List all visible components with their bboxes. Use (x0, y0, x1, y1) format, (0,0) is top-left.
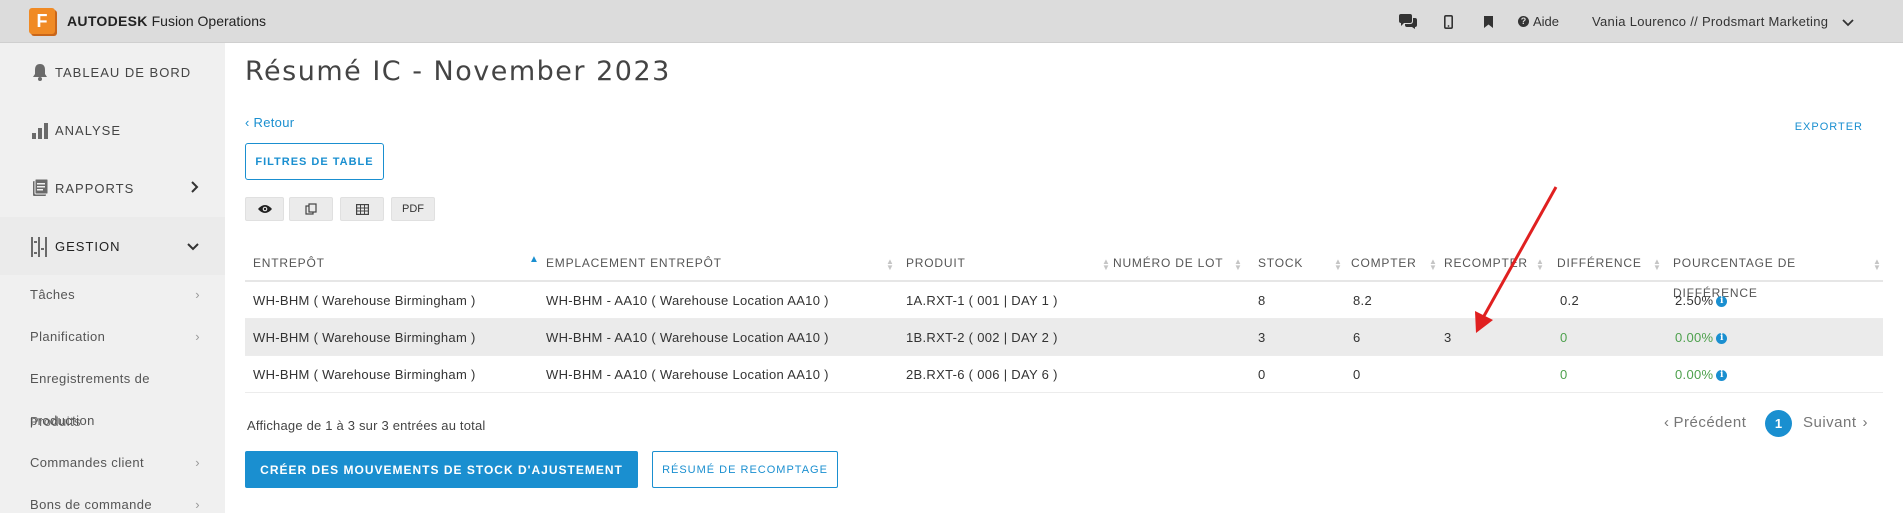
column-stock[interactable]: STOCK ▲ ▼ (1258, 248, 1346, 282)
recount-summary-button[interactable]: RÉSUMÉ DE RECOMPTAGE (652, 451, 838, 488)
cell-entrepot: WH-BHM ( Warehouse Birmingham ) (253, 367, 476, 382)
page-title: Résumé IC - November 2023 (245, 56, 671, 87)
back-link[interactable]: ‹ Retour (245, 115, 294, 130)
column-difference[interactable]: DIFFÉRENCE ▲ ▼ (1557, 248, 1665, 282)
cell-difference: 0.2 (1560, 293, 1579, 308)
column-pourcentage[interactable]: POURCENTAGE DE DIFFÉRENCE ▲ ▼ (1673, 248, 1883, 300)
sidebar-item-rapports[interactable]: RAPPORTS (0, 159, 225, 217)
cell-difference: 0 (1560, 367, 1568, 382)
sort-icon: ▲ ▼ (886, 257, 895, 272)
cell-emplacement: WH-BHM - AA10 ( Warehouse Location AA10 … (546, 367, 829, 382)
sort-icon: ▲ ▼ (1234, 257, 1243, 272)
table-row[interactable]: WH-BHM ( Warehouse Birmingham ) WH-BHM -… (245, 356, 1883, 393)
sort-asc-icon: ▲ (529, 254, 540, 265)
chevron-right-icon (191, 180, 199, 197)
previous-page-button[interactable]: ‹ Précédent (1664, 410, 1746, 434)
info-icon[interactable]: i (1716, 333, 1728, 345)
cell-pourcentage: 0.00% i (1675, 356, 1728, 393)
chevron-right-icon: › (195, 455, 200, 470)
cell-entrepot: WH-BHM ( Warehouse Birmingham ) (253, 330, 476, 345)
cell-emplacement: WH-BHM - AA10 ( Warehouse Location AA10 … (546, 293, 829, 308)
cell-stock: 8 (1258, 293, 1266, 308)
brand-name: AUTODESK Fusion Operations (67, 13, 267, 29)
column-lot[interactable]: NUMÉRO DE LOT ▲ ▼ (1113, 248, 1246, 282)
bar-chart-icon (30, 120, 50, 140)
sidebar-item-analyse[interactable]: ANALYSE (0, 101, 225, 159)
sidebar-sub-planification[interactable]: Planification › (30, 329, 200, 344)
cell-compter: 0 (1353, 367, 1361, 382)
cell-stock: 0 (1258, 367, 1266, 382)
sidebar-item-gestion[interactable]: GESTION (0, 217, 225, 275)
help-link[interactable]: ? Aide (1518, 0, 1559, 43)
create-adjustment-movements-button[interactable]: CRÉER DES MOUVEMENTS DE STOCK D'AJUSTEME… (245, 451, 638, 488)
app-logo[interactable]: F (29, 8, 55, 34)
sidebar-sub-enregistrements[interactable]: Enregistrements de (30, 371, 200, 386)
info-icon[interactable]: i (1716, 370, 1728, 382)
sidebar-sub-commandes-client[interactable]: Commandes client › (30, 455, 200, 470)
column-entrepot[interactable]: ENTREPÔT ▲ (253, 248, 543, 282)
chat-icon[interactable] (1398, 0, 1420, 43)
top-bar: F AUTODESK Fusion Operations ? Aide Vani… (0, 0, 1903, 43)
cell-entrepot: WH-BHM ( Warehouse Birmingham ) (253, 293, 476, 308)
cell-compter: 8.2 (1353, 293, 1372, 308)
cell-produit: 2B.RXT-6 ( 006 | DAY 6 ) (906, 367, 1058, 382)
user-menu[interactable]: Vania Lourenco // Prodsmart Marketing (1592, 14, 1854, 29)
chevron-right-icon: › (195, 287, 200, 302)
table-info: Affichage de 1 à 3 sur 3 entrées au tota… (247, 418, 486, 433)
cell-emplacement: WH-BHM - AA10 ( Warehouse Location AA10 … (546, 330, 829, 345)
pdf-button[interactable]: PDF (391, 197, 435, 221)
sort-icon: ▲ ▼ (1873, 257, 1882, 272)
cell-pourcentage: 0.00% i (1675, 319, 1728, 356)
column-emplacement[interactable]: EMPLACEMENT ENTREPÔT ▲ ▼ (546, 248, 901, 282)
table-row[interactable]: WH-BHM ( Warehouse Birmingham ) WH-BHM -… (245, 282, 1883, 319)
bookmark-icon[interactable] (1484, 0, 1496, 43)
copy-icon (305, 203, 317, 215)
list-icon (30, 236, 50, 257)
table-header: ENTREPÔT ▲ EMPLACEMENT ENTREPÔT ▲ ▼ PRODUIT… (245, 248, 1883, 300)
sort-icon: ▲ ▼ (1102, 257, 1111, 272)
chevron-down-icon (187, 238, 199, 255)
mobile-icon[interactable] (1444, 0, 1456, 43)
next-page-button[interactable]: Suivant › (1803, 410, 1868, 434)
copy-button[interactable] (289, 197, 333, 221)
eye-icon (257, 205, 272, 213)
visibility-button[interactable] (245, 197, 284, 221)
bell-icon (30, 62, 50, 82)
column-recompter[interactable]: RECOMPTER ▲ ▼ (1444, 248, 1546, 282)
cell-pourcentage: 2.50% i (1675, 282, 1728, 319)
sort-icon: ▲ ▼ (1334, 257, 1343, 272)
sort-icon: ▲ ▼ (1536, 257, 1545, 272)
sidebar-sub-bons-de-commande[interactable]: Bons de commande › (30, 497, 200, 512)
sidebar-sub-taches[interactable]: Tâches › (30, 287, 200, 302)
excel-button[interactable] (340, 197, 384, 221)
cell-compter: 6 (1353, 330, 1361, 345)
sidebar: TABLEAU DE BORD ANALYSE RAPPORTS GESTION… (0, 43, 225, 513)
chevron-down-icon (1842, 18, 1854, 26)
column-produit[interactable]: PRODUIT ▲ ▼ (906, 248, 1114, 282)
cell-produit: 1A.RXT-1 ( 001 | DAY 1 ) (906, 293, 1058, 308)
info-icon[interactable]: i (1716, 296, 1728, 308)
sidebar-item-dashboard[interactable]: TABLEAU DE BORD (0, 43, 225, 101)
column-compter[interactable]: COMPTER ▲ ▼ (1351, 248, 1441, 282)
cell-produit: 1B.RXT-2 ( 002 | DAY 2 ) (906, 330, 1058, 345)
sidebar-sub-produits[interactable]: Produits (30, 414, 200, 429)
table-row[interactable]: WH-BHM ( Warehouse Birmingham ) WH-BHM -… (245, 319, 1883, 356)
sort-icon: ▲ ▼ (1429, 257, 1438, 272)
document-icon (30, 178, 50, 198)
export-link[interactable]: EXPORTER (1795, 121, 1863, 133)
chevron-right-icon: › (195, 497, 200, 512)
table-filters-button[interactable]: FILTRES DE TABLE (245, 143, 384, 180)
help-icon: ? (1518, 16, 1529, 27)
page-number-button[interactable]: 1 (1765, 410, 1792, 437)
cell-difference: 0 (1560, 330, 1568, 345)
sort-icon: ▲ ▼ (1653, 257, 1662, 272)
cell-stock: 3 (1258, 330, 1266, 345)
chevron-right-icon: › (195, 329, 200, 344)
table-icon (355, 203, 369, 215)
cell-recompter: 3 (1444, 330, 1452, 345)
